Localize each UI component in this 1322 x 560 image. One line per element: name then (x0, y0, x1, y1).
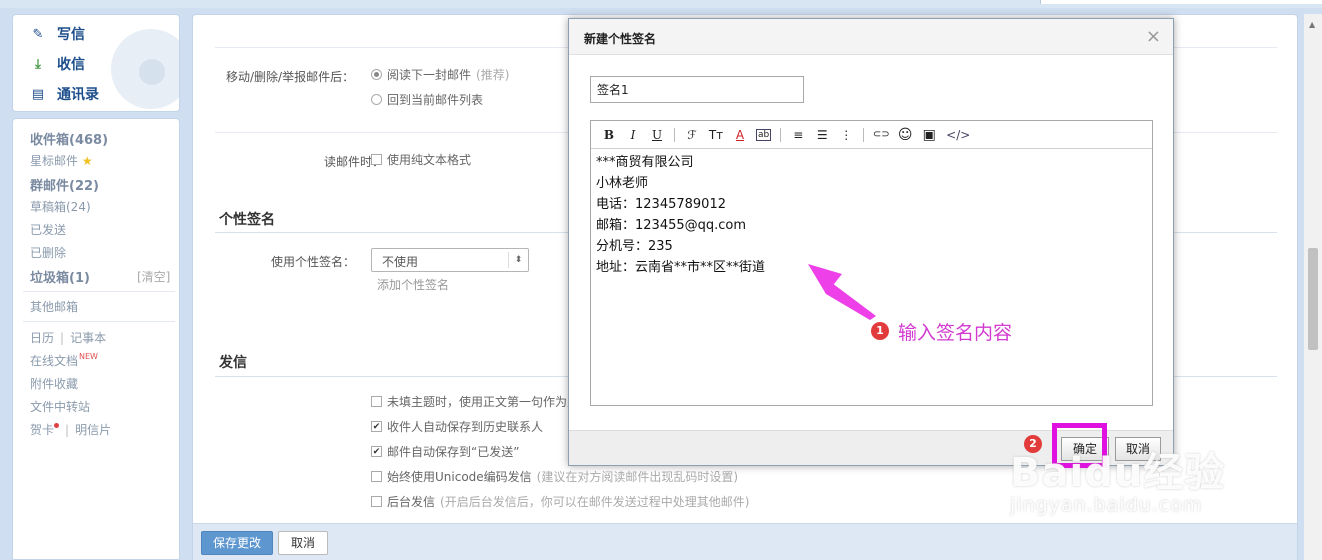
step-1-badge: 1 (871, 322, 889, 340)
baidu-watermark: Baidu经验 jingyan.baidu.com (1010, 440, 1225, 516)
watermark-url: jingyan.baidu.com (1010, 494, 1203, 516)
watermark-logo-text: Baidu经验 (1010, 450, 1226, 496)
step-1-caption: 输入签名内容 (898, 322, 1013, 344)
